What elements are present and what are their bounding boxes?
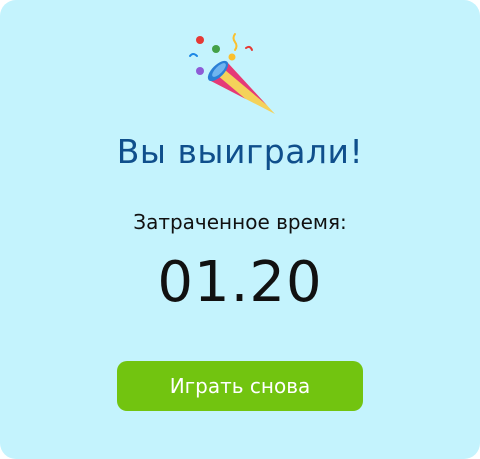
play-again-button[interactable]: Играть снова <box>117 361 363 411</box>
win-title: Вы выиграли! <box>116 132 364 171</box>
party-popper-icon <box>189 33 275 114</box>
elapsed-time-value: 01.20 <box>157 250 323 315</box>
elapsed-time-label: Затраченное время: <box>133 210 347 234</box>
win-dialog: Вы выиграли! Затраченное время: 01.20 Иг… <box>0 0 480 459</box>
